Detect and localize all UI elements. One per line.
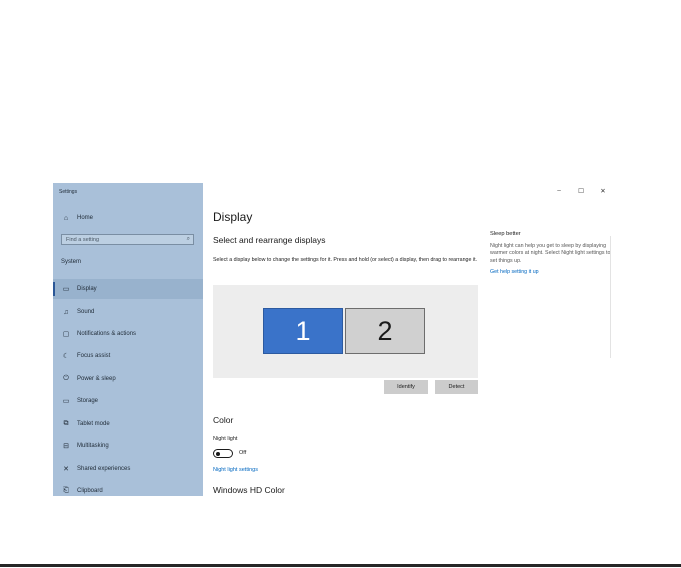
taskbar-strip [0, 564, 681, 567]
moon-icon: ☾ [62, 353, 70, 360]
search-icon[interactable]: ⌕ [187, 236, 190, 243]
detect-button[interactable]: Detect [435, 380, 478, 394]
sidebar-item-label: Multitasking [77, 443, 109, 449]
sidebar-item-label: Display [77, 286, 97, 292]
page-title: Display [213, 210, 253, 224]
shared-experiences-icon: ✕ [63, 466, 69, 473]
hd-color-heading: Windows HD Color [213, 485, 285, 495]
sidebar-item-home[interactable]: ⌂ Home [53, 208, 203, 228]
sidebar-item-label: Shared experiences [77, 466, 131, 472]
sidebar-item-sound[interactable]: ♫ Sound [53, 302, 203, 322]
sidebar-item-label: Notifications & actions [77, 331, 137, 337]
related-info-panel: Sleep better Night light can help you ge… [490, 231, 611, 275]
settings-window: Settings ⌂ Home Find a setting ⌕ System … [53, 183, 622, 496]
sidebar: Settings ⌂ Home Find a setting ⌕ System … [53, 183, 203, 496]
minimize-button[interactable]: – [553, 187, 565, 194]
arrange-description: Select a display below to change the set… [213, 257, 478, 263]
sidebar-item-notifications[interactable]: ▢ Notifications & actions [53, 324, 203, 344]
clipboard-icon: ⎗ [63, 487, 69, 494]
sleep-better-title: Sleep better [490, 231, 521, 237]
section-label: System [61, 259, 82, 265]
app-title: Settings [59, 189, 78, 195]
night-light-label: Night light [213, 436, 238, 442]
sidebar-item-power-sleep[interactable]: ⏻ Power & sleep [53, 369, 203, 389]
sidebar-item-tablet-mode[interactable]: ⧉ Tablet mode [53, 414, 203, 434]
sidebar-item-clipboard[interactable]: ⎗ Clipboard [53, 481, 203, 496]
monitor-icon: ▭ [62, 286, 70, 293]
sidebar-item-label: Focus assist [77, 353, 111, 359]
divider [610, 236, 611, 358]
tablet-icon: ⧉ [63, 420, 69, 427]
toggle-knob [216, 451, 220, 456]
storage-icon: ▭ [62, 398, 70, 405]
identify-button[interactable]: Identify [384, 380, 428, 394]
sidebar-item-label: Home [77, 215, 94, 221]
color-heading: Color [213, 415, 234, 425]
sidebar-item-label: Sound [77, 309, 95, 315]
display-settings-content: – ☐ ✕ Display Select and rearrange displ… [213, 183, 622, 496]
search-input[interactable]: Find a setting ⌕ [61, 234, 194, 245]
notification-icon: ▢ [62, 331, 70, 338]
sleep-better-text: Night light can help you get to sleep by… [490, 243, 611, 264]
get-help-link[interactable]: Get help setting it up [490, 269, 611, 275]
sidebar-item-shared-experiences[interactable]: ✕ Shared experiences [53, 459, 203, 479]
sidebar-item-storage[interactable]: ▭ Storage [53, 391, 203, 411]
search-placeholder: Find a setting [66, 236, 100, 243]
night-light-settings-link[interactable]: Night light settings [213, 467, 258, 473]
monitor-1[interactable]: 1 [263, 308, 343, 354]
sidebar-item-label: Clipboard [77, 488, 103, 494]
sidebar-item-label: Storage [77, 398, 99, 404]
close-button[interactable]: ✕ [597, 187, 609, 195]
speaker-icon: ♫ [63, 308, 69, 316]
sidebar-item-focus-assist[interactable]: ☾ Focus assist [53, 346, 203, 366]
power-icon: ⏻ [63, 375, 69, 382]
sidebar-item-multitasking[interactable]: ⊟ Multitasking [53, 436, 203, 456]
monitor-2[interactable]: 2 [345, 308, 425, 354]
night-light-state: Off [239, 450, 247, 456]
arrange-heading: Select and rearrange displays [213, 235, 326, 245]
multitasking-icon: ⊟ [63, 443, 69, 450]
sidebar-item-label: Tablet mode [77, 421, 110, 427]
sidebar-item-display[interactable]: ▭ Display [53, 279, 203, 299]
sidebar-item-label: Power & sleep [77, 376, 116, 382]
display-arrangement-area[interactable]: 1 2 [213, 285, 478, 378]
night-light-toggle[interactable] [213, 449, 233, 458]
home-icon: ⌂ [63, 214, 69, 222]
maximize-button[interactable]: ☐ [575, 187, 587, 195]
